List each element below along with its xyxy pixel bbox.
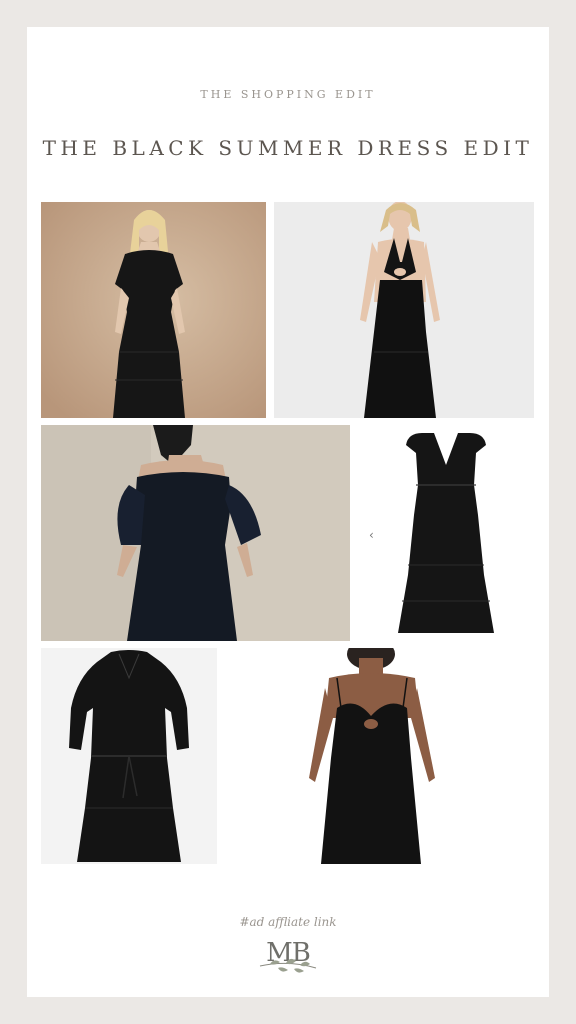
leaf-sprig-icon xyxy=(259,958,317,973)
kicker-heading: THE SHOPPING EDIT xyxy=(200,88,376,101)
affiliate-tagline: #ad affliate link xyxy=(239,915,337,929)
carousel-prev-chevron-icon[interactable]: ‹ xyxy=(369,528,374,542)
product-photo-dress-flutter-sleeve-tiered[interactable] xyxy=(358,425,534,641)
product-photo-dress-long-sleeve-belted[interactable] xyxy=(41,648,217,864)
product-photo-dress-off-shoulder-puff-sleeve[interactable] xyxy=(41,425,350,641)
product-photo-dress-cami-twist-front[interactable] xyxy=(225,648,534,864)
product-photo-dress-tiered-short-sleeve[interactable] xyxy=(41,202,266,418)
brand-logo: MB xyxy=(250,936,326,980)
product-photo-dress-halter-cutout-eyelet[interactable] xyxy=(274,202,534,418)
page-title: THE BLACK SUMMER DRESS EDIT xyxy=(42,136,534,160)
